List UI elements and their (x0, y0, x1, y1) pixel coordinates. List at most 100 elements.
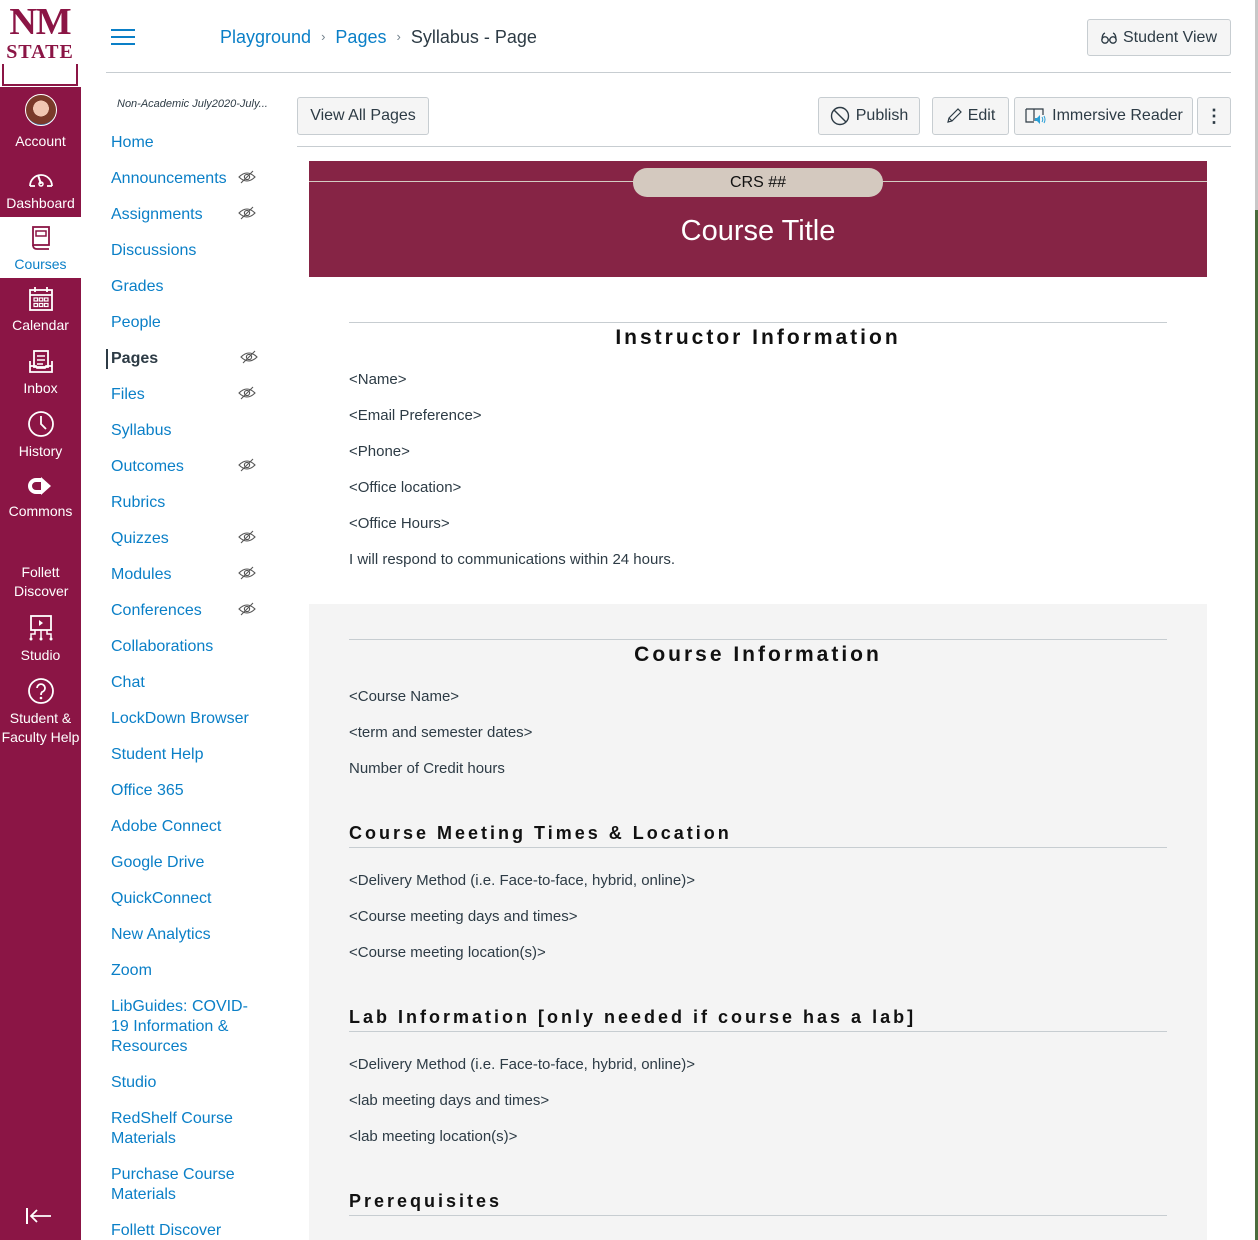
section-divider (349, 322, 1167, 323)
course-nav-item[interactable]: People (106, 313, 256, 333)
course-nav-item[interactable]: Follett Discover (106, 1221, 256, 1240)
global-nav-label: Student & Faculty Help (1, 710, 80, 745)
course-nav-label: Student Help (111, 746, 204, 763)
course-nav-label: LockDown Browser (111, 710, 249, 727)
global-nav-label: Inbox (23, 380, 58, 396)
global-nav-help[interactable]: Student & Faculty Help (0, 677, 81, 747)
instructor-line: I will respond to communications within … (349, 551, 675, 568)
meeting-line: <Course meeting days and times> (349, 908, 578, 925)
course-info-line: <Course Name> (349, 688, 460, 705)
studio-icon (29, 615, 52, 641)
course-nav-item[interactable]: Quizzes (106, 529, 266, 549)
course-nav-item[interactable]: Announcements (106, 169, 266, 189)
commons-icon (27, 477, 51, 495)
course-nav-item[interactable]: RedShelf Course Materials (106, 1109, 256, 1149)
more-options-button[interactable]: ⋮ (1197, 97, 1231, 135)
course-nav-item[interactable]: Zoom (106, 961, 256, 981)
instructor-line: <Office location> (349, 479, 462, 496)
hidden-eye-icon (238, 170, 256, 184)
help-icon (27, 678, 54, 704)
global-nav-label: Account (15, 133, 66, 149)
course-nav-label: Zoom (111, 962, 152, 979)
global-nav-label: Follett Discover (14, 564, 69, 599)
immersive-reader-icon (1025, 108, 1046, 124)
course-info-line: <term and semester dates> (349, 724, 533, 741)
breadcrumb-playground[interactable]: Playground (220, 25, 311, 49)
course-nav-label: Pages (111, 350, 159, 367)
publish-button[interactable]: Publish (818, 97, 920, 135)
instructor-line: <Email Preference> (349, 407, 482, 424)
unpublished-icon (830, 106, 849, 126)
course-nav-item[interactable]: Grades (106, 277, 256, 297)
collapse-nav-button[interactable] (24, 1206, 52, 1231)
global-nav-follett-discover[interactable]: Follett Discover (0, 563, 81, 601)
course-nav-label: RedShelf Course Materials (111, 1110, 233, 1147)
course-nav-item[interactable]: Syllabus (106, 421, 256, 441)
course-nav-item[interactable]: LockDown Browser (106, 709, 256, 729)
course-nav-item[interactable]: Discussions (106, 241, 256, 261)
course-nav-item[interactable]: Home (106, 133, 256, 153)
course-nav-label: Files (111, 386, 145, 403)
courses-icon (31, 226, 50, 250)
global-nav-label: Calendar (12, 317, 69, 333)
publish-label: Publish (855, 107, 909, 124)
instructor-line: <Office Hours> (349, 515, 450, 532)
hamburger-icon-bar (111, 36, 135, 38)
lab-line: <lab meeting location(s)> (349, 1128, 518, 1145)
glasses-icon (1101, 31, 1117, 44)
global-nav-label: Commons (8, 503, 73, 519)
global-nav-account[interactable]: Account (0, 94, 81, 156)
global-nav-calendar[interactable]: Calendar (0, 286, 81, 335)
global-nav-courses[interactable]: Courses (0, 217, 81, 278)
course-nav-label: Studio (111, 1074, 157, 1091)
course-nav-label: Office 365 (111, 782, 184, 799)
course-nav-label: Purchase Course Materials (111, 1166, 235, 1203)
course-nav-item[interactable]: Student Help (106, 745, 256, 765)
logo-text-nm: NM (9, 1, 71, 43)
course-nav-item[interactable]: Google Drive (106, 853, 256, 873)
course-code-badge: CRS ## (633, 168, 883, 197)
course-menu-toggle[interactable] (111, 29, 135, 47)
course-nav-item[interactable]: Rubrics (106, 493, 256, 513)
course-banner: CRS ## Course Title (309, 161, 1207, 277)
view-all-pages-button[interactable]: View All Pages (297, 97, 429, 135)
course-nav-label: Modules (111, 566, 172, 583)
hidden-eye-icon (238, 530, 256, 544)
course-nav-item[interactable]: Purchase Course Materials (106, 1165, 256, 1205)
course-nav-label: Follett Discover (111, 1222, 222, 1239)
course-nav-item[interactable]: Conferences (106, 601, 266, 621)
course-nav-item[interactable]: New Analytics (106, 925, 256, 945)
global-nav-dashboard[interactable]: Dashboard (0, 168, 81, 213)
global-nav-label: History (18, 443, 63, 459)
course-nav-item[interactable]: Chat (106, 673, 256, 693)
global-nav-history[interactable]: History (0, 410, 81, 461)
course-nav-item[interactable]: Modules (106, 565, 266, 585)
course-nav-item[interactable]: LibGuides: COVID-19 Information & Resour… (106, 997, 256, 1057)
immersive-reader-label: Immersive Reader (1052, 107, 1183, 124)
course-nav-item[interactable]: Outcomes (106, 457, 266, 477)
course-nav-label: Discussions (111, 242, 197, 259)
course-nav-label: Adobe Connect (111, 818, 222, 835)
global-nav-inbox[interactable]: Inbox (0, 349, 81, 398)
immersive-reader-button[interactable]: Immersive Reader (1014, 97, 1193, 135)
edit-button[interactable]: Edit (932, 97, 1009, 135)
course-nav-item[interactable]: Pages (106, 349, 266, 369)
course-nav-item[interactable]: QuickConnect (106, 889, 256, 909)
course-nav-item[interactable]: Studio (106, 1073, 256, 1093)
breadcrumb-pages[interactable]: Pages (335, 25, 386, 49)
course-nav-item[interactable]: Files (106, 385, 266, 405)
course-nav-item[interactable]: Collaborations (106, 637, 256, 657)
header-divider (106, 72, 1231, 73)
avatar (24, 94, 57, 126)
global-nav: NM STATE Account Dashboard Courses Calen… (0, 0, 81, 1240)
nmstate-logo[interactable]: NM STATE (0, 0, 81, 87)
course-info-line: Number of Credit hours (349, 760, 505, 777)
global-nav-commons[interactable]: Commons (0, 474, 81, 521)
global-nav-studio[interactable]: Studio (0, 614, 81, 665)
meeting-heading: Course Meeting Times & Location (349, 823, 732, 843)
course-nav-item[interactable]: Office 365 (106, 781, 256, 801)
course-nav-item[interactable]: Assignments (106, 205, 266, 225)
course-nav-item[interactable]: Adobe Connect (106, 817, 256, 837)
student-view-button[interactable]: Student View (1087, 19, 1231, 56)
student-view-label: Student View (1123, 28, 1217, 46)
